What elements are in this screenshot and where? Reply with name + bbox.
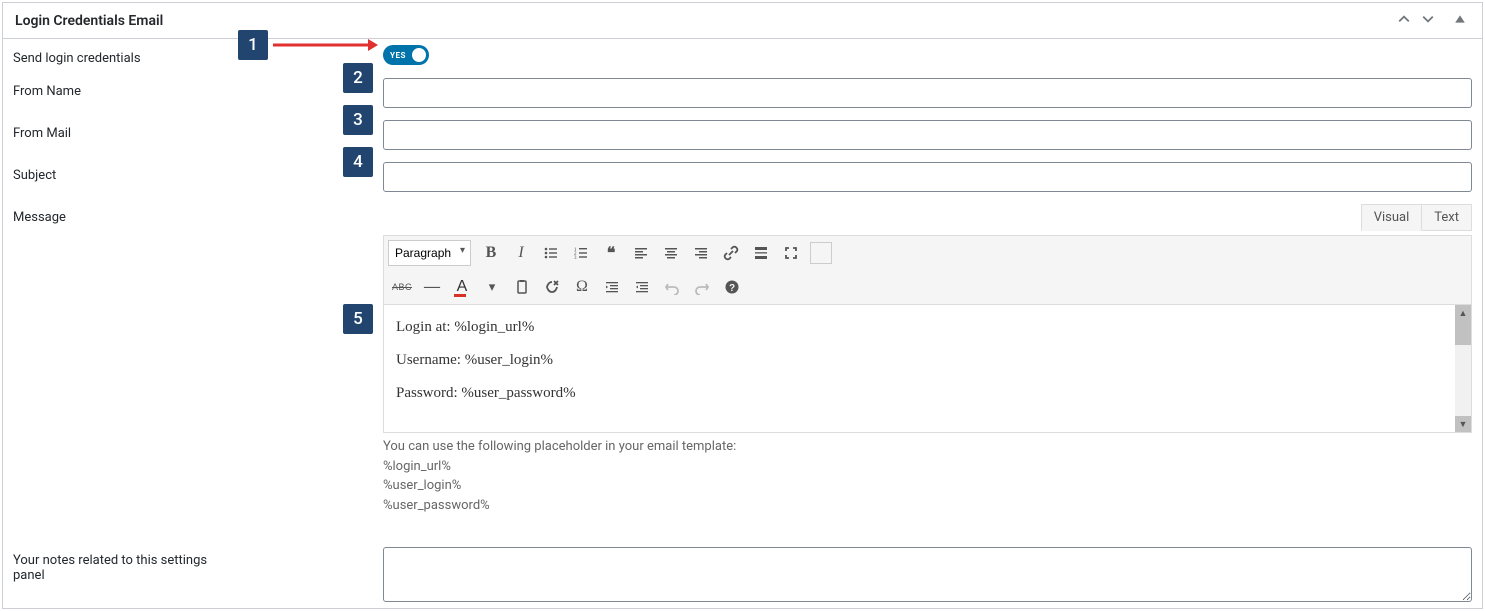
row-from-name: From Name 2	[3, 72, 1482, 114]
indent-button[interactable]	[628, 273, 656, 301]
help-placeholder-1: %login_url%	[383, 457, 1472, 477]
tab-text[interactable]: Text	[1422, 204, 1472, 231]
bullet-list-button[interactable]	[537, 239, 565, 267]
editor-line-1: Login at: %login_url%	[396, 319, 1443, 336]
outdent-button[interactable]	[598, 273, 626, 301]
help-placeholder-3: %user_password%	[383, 496, 1472, 516]
bold-button[interactable]: B	[477, 239, 505, 267]
editor-content-area[interactable]: Login at: %login_url% Username: %user_lo…	[384, 305, 1471, 432]
panel-controls	[1394, 11, 1470, 30]
editor-line-3: Password: %user_password%	[396, 385, 1443, 402]
panel-header: Login Credentials Email	[3, 3, 1482, 39]
blockquote-button[interactable]: ❝	[597, 239, 625, 267]
annotation-badge-4: 4	[343, 147, 373, 177]
editor-wrap: Visual Text Paragraph B I	[383, 204, 1472, 515]
annotation-arrow-icon	[273, 35, 378, 55]
placeholder-help: You can use the following placeholder in…	[383, 433, 1472, 515]
annotation-badge-3: 3	[343, 105, 373, 135]
toggle-label: YES	[390, 51, 406, 60]
editor-line-2: Username: %user_login%	[396, 352, 1443, 369]
special-char-button[interactable]: Ω	[568, 273, 596, 301]
annotation-badge-5: 5	[343, 304, 373, 334]
from-mail-input[interactable]	[383, 120, 1472, 150]
text-color-dropdown-icon[interactable]: ▾	[478, 273, 506, 301]
rich-text-editor: Paragraph B I 123 ❝	[383, 235, 1472, 433]
row-notes: Your notes related to this settings pane…	[3, 541, 1482, 608]
svg-text:?: ?	[729, 283, 735, 294]
undo-button[interactable]	[658, 273, 686, 301]
subject-input[interactable]	[383, 162, 1472, 192]
strikethrough-button[interactable]: ABC	[388, 273, 416, 301]
format-select[interactable]: Paragraph	[388, 240, 471, 266]
align-center-button[interactable]	[657, 239, 685, 267]
panel-title: Login Credentials Email	[15, 13, 163, 29]
help-placeholder-2: %user_login%	[383, 476, 1472, 496]
toggle-panel-icon[interactable]	[1450, 11, 1470, 30]
fullscreen-button[interactable]	[777, 239, 805, 267]
row-send-credentials: Send login credentials 1 YES	[3, 39, 1482, 72]
annotation-badge-1: 1	[238, 30, 268, 60]
align-left-button[interactable]	[627, 239, 655, 267]
from-name-label: From Name	[13, 78, 233, 99]
send-credentials-toggle[interactable]: YES	[383, 45, 429, 65]
row-subject: Subject 4	[3, 156, 1482, 198]
notes-label: Your notes related to this settings pane…	[13, 547, 233, 583]
notes-textarea[interactable]	[383, 547, 1472, 602]
help-button[interactable]: ?	[718, 273, 746, 301]
link-button[interactable]	[717, 239, 745, 267]
numbered-list-button[interactable]: 123	[567, 239, 595, 267]
paste-text-button[interactable]	[508, 273, 536, 301]
toolbar-toggle-button[interactable]	[807, 239, 835, 267]
message-label: Message	[13, 204, 233, 225]
help-intro: You can use the following placeholder in…	[383, 437, 1472, 457]
scrollbar-thumb-top[interactable]: ▲	[1455, 305, 1471, 345]
read-more-button[interactable]	[747, 239, 775, 267]
settings-panel: Login Credentials Email Send login crede…	[2, 2, 1483, 609]
toggle-knob	[412, 48, 426, 62]
send-credentials-label: Send login credentials	[13, 45, 233, 66]
italic-button[interactable]: I	[507, 239, 535, 267]
text-color-button[interactable]: A	[448, 273, 476, 301]
annotation-badge-2: 2	[343, 63, 373, 93]
editor-toolbar: Paragraph B I 123 ❝	[384, 236, 1471, 305]
editor-tabs: Visual Text	[383, 204, 1472, 231]
move-down-icon[interactable]	[1418, 11, 1438, 30]
align-right-button[interactable]	[687, 239, 715, 267]
panel-body: Send login credentials 1 YES From Name 2	[3, 39, 1482, 608]
hr-button[interactable]: —	[418, 273, 446, 301]
row-message: Message 5 Visual Text Paragraph	[3, 198, 1482, 521]
tab-visual[interactable]: Visual	[1361, 204, 1423, 231]
from-name-input[interactable]	[383, 78, 1472, 108]
move-up-icon[interactable]	[1394, 11, 1414, 30]
row-from-mail: From Mail 3	[3, 114, 1482, 156]
clear-formatting-button[interactable]	[538, 273, 566, 301]
svg-text:3: 3	[574, 256, 577, 261]
subject-label: Subject	[13, 162, 233, 183]
from-mail-label: From Mail	[13, 120, 233, 141]
redo-button[interactable]	[688, 273, 716, 301]
scrollbar-thumb-bottom[interactable]: ▼	[1455, 416, 1471, 432]
